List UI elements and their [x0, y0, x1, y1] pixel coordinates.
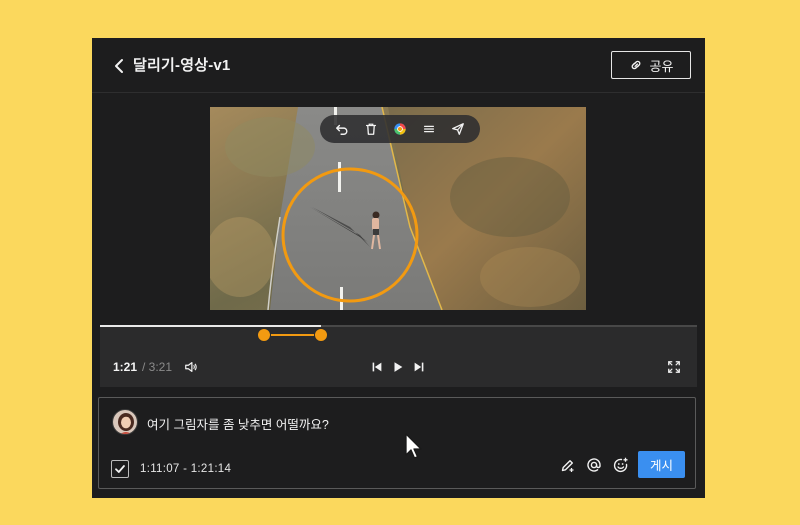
comment-box: 여기 그림자를 좀 낮추면 어떨까요? 1:11:07 - 1:21:14 게시	[98, 397, 696, 489]
video-review-window: 달리기-영상-v1 공유 1:21 / 3:21 여기 그림자를 좀 낮추면 어…	[92, 38, 705, 498]
fullscreen-button[interactable]	[667, 360, 681, 374]
play-button[interactable]	[391, 360, 405, 374]
share-label: 공유	[649, 58, 674, 74]
previous-frame-button[interactable]	[370, 360, 384, 374]
back-button[interactable]	[110, 56, 130, 76]
comment-input-text[interactable]: 여기 그림자를 좀 낮추면 어떨까요?	[147, 414, 329, 433]
total-time: / 3:21	[142, 360, 173, 374]
annotation-toolbar	[320, 115, 480, 143]
current-time: 1:21	[113, 360, 138, 374]
emoji-button[interactable]	[612, 456, 630, 474]
skip-forward-icon	[414, 362, 424, 372]
progress-fill	[100, 325, 321, 327]
send-icon	[451, 123, 464, 135]
pen-plus-icon	[561, 460, 574, 472]
video-area	[92, 93, 705, 325]
trash-icon	[366, 123, 377, 135]
skip-back-icon	[372, 362, 382, 372]
fullscreen-icon	[668, 361, 680, 373]
color-button[interactable]	[391, 120, 409, 138]
post-button[interactable]: 게시	[638, 451, 685, 478]
mouse-cursor-icon	[405, 433, 422, 459]
time-range-checkbox[interactable]	[111, 460, 129, 478]
comment-time-range: 1:11:07 - 1:21:14	[140, 463, 232, 475]
undo-button[interactable]	[333, 120, 351, 138]
delete-button[interactable]	[362, 120, 380, 138]
emoji-add-icon	[613, 457, 628, 473]
player-controls: 1:21 / 3:21	[100, 325, 697, 387]
stroke-width-button[interactable]	[420, 120, 438, 138]
at-sign-icon	[587, 458, 601, 472]
video-title: 달리기-영상-v1	[133, 57, 231, 74]
link-icon	[631, 60, 640, 70]
avatar	[112, 409, 138, 435]
annotate-button[interactable]	[559, 456, 577, 474]
play-icon	[394, 362, 403, 372]
chevron-left-icon	[115, 59, 123, 73]
undo-icon	[336, 124, 348, 135]
user-avatar-image	[113, 410, 137, 434]
comment-range-line	[264, 334, 321, 336]
header: 달리기-영상-v1 공유	[92, 38, 705, 93]
range-start-handle[interactable]	[257, 328, 272, 342]
volume-button[interactable]	[184, 360, 198, 374]
mention-button[interactable]	[585, 456, 603, 474]
next-frame-button[interactable]	[412, 360, 426, 374]
share-button[interactable]: 공유	[611, 51, 691, 79]
color-picker-icon	[394, 123, 406, 135]
menu-icon	[423, 125, 434, 133]
range-end-handle[interactable]	[313, 328, 328, 342]
video-frame[interactable]	[210, 107, 586, 310]
send-button[interactable]	[449, 120, 467, 138]
check-icon	[115, 465, 125, 473]
volume-icon	[185, 362, 197, 372]
